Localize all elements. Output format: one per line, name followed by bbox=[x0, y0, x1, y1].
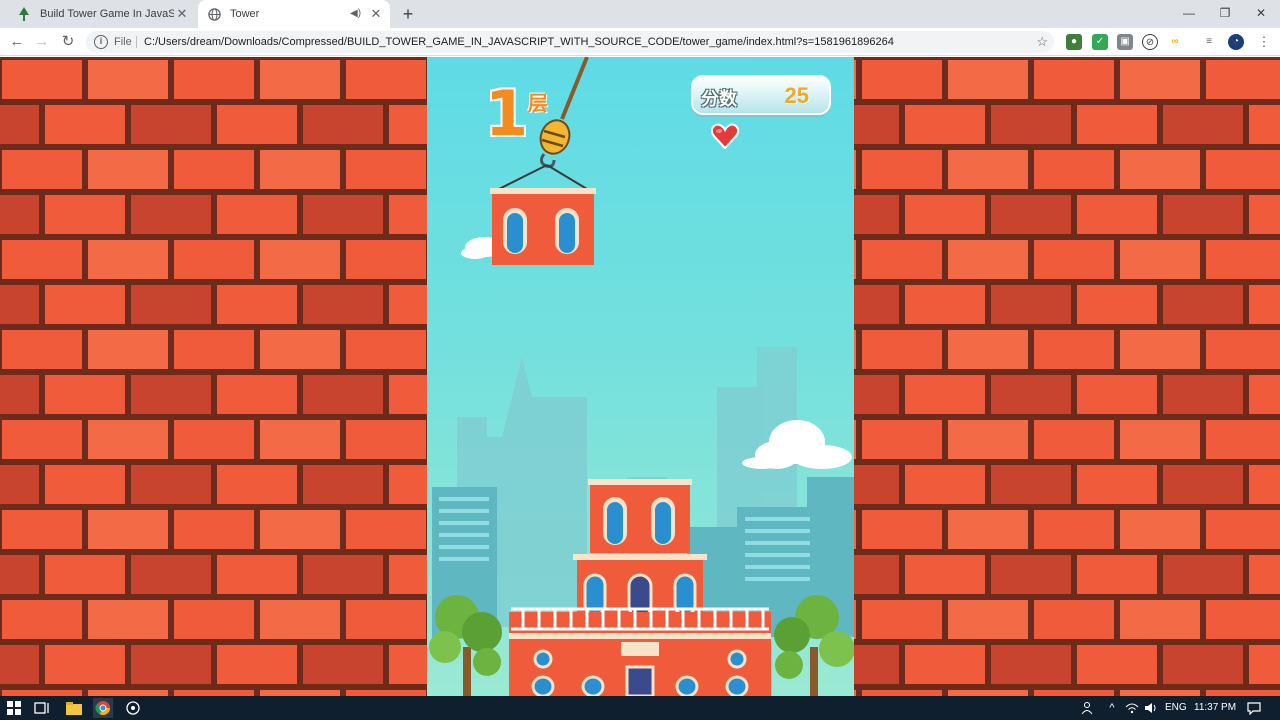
close-window-button[interactable]: ✕ bbox=[1244, 0, 1278, 28]
reading-list-icon[interactable]: ≡ bbox=[1201, 34, 1217, 50]
floor-unit-label: 层 bbox=[528, 93, 548, 115]
globe-icon bbox=[206, 6, 222, 22]
game-canvas[interactable]: 1 层 分数 25 bbox=[427, 57, 854, 696]
address-bar[interactable]: i File C:/Users/dream/Downloads/Compress… bbox=[86, 31, 1054, 53]
close-tab-icon[interactable]: ✕ bbox=[174, 6, 190, 22]
language-indicator[interactable]: ENG bbox=[1165, 702, 1187, 713]
speaker-icon[interactable] bbox=[1141, 698, 1161, 718]
floor-counter: 1 bbox=[485, 77, 529, 150]
new-tab-button[interactable]: + bbox=[398, 4, 418, 24]
block-icon[interactable]: ⊘ bbox=[1142, 34, 1158, 50]
score-label: 分数 bbox=[701, 89, 737, 109]
windows-start-icon[interactable] bbox=[4, 698, 24, 718]
divider bbox=[136, 36, 137, 48]
scheme-label: File bbox=[114, 36, 132, 48]
people-icon[interactable] bbox=[1078, 698, 1098, 718]
info-icon[interactable]: i bbox=[94, 35, 108, 49]
tab-title: Build Tower Game In JavaScript W bbox=[40, 8, 174, 20]
file-explorer-icon[interactable] bbox=[64, 698, 84, 718]
hanging-floor-block bbox=[490, 188, 596, 265]
tab-tower[interactable]: Tower ◀) ✕ bbox=[198, 0, 390, 28]
link-icon[interactable]: ∞ bbox=[1167, 34, 1183, 50]
close-tab-icon[interactable]: ✕ bbox=[368, 6, 384, 22]
wifi-icon[interactable] bbox=[1122, 698, 1142, 718]
tree-favicon-icon bbox=[16, 6, 32, 22]
url-text[interactable]: C:/Users/dream/Downloads/Compressed/BUIL… bbox=[144, 31, 894, 53]
shield-icon[interactable]: ✓ bbox=[1092, 34, 1108, 50]
score-value: 25 bbox=[784, 83, 809, 108]
chevron-up-icon[interactable]: ^ bbox=[1102, 698, 1122, 718]
tab-build-tower-game[interactable]: Build Tower Game In JavaScript W ✕ bbox=[8, 0, 196, 28]
reload-icon[interactable]: ↻ bbox=[58, 32, 78, 52]
page-content: 1 层 分数 25 bbox=[0, 57, 1280, 696]
menu-icon[interactable]: ⋮ bbox=[1256, 34, 1272, 50]
extension-icon[interactable]: ● bbox=[1066, 34, 1082, 50]
crane-rope bbox=[560, 57, 589, 120]
maximize-button[interactable]: ❐ bbox=[1208, 0, 1242, 28]
tab-strip: Build Tower Game In JavaScript W ✕ Tower… bbox=[0, 0, 1280, 28]
stacked-floor-block bbox=[588, 479, 692, 553]
extension-icon[interactable]: ▣ bbox=[1117, 34, 1133, 50]
app-icon[interactable] bbox=[123, 698, 143, 718]
browser-toolbar: ← → ↻ i File C:/Users/dream/Downloads/Co… bbox=[0, 28, 1280, 56]
clock[interactable]: 11:37 PM bbox=[1194, 702, 1236, 713]
heart-icon bbox=[711, 123, 739, 149]
minimize-button[interactable]: — bbox=[1172, 0, 1206, 28]
chrome-icon[interactable] bbox=[93, 698, 113, 718]
score-panel: 分数 25 bbox=[691, 75, 831, 115]
task-view-icon[interactable] bbox=[32, 698, 52, 718]
notifications-icon[interactable] bbox=[1244, 698, 1264, 718]
bookmark-star-icon[interactable]: ☆ bbox=[1036, 31, 1048, 53]
speaker-icon[interactable]: ◀) bbox=[350, 7, 364, 21]
forward-arrow-icon[interactable]: → bbox=[32, 32, 52, 52]
back-arrow-icon[interactable]: ← bbox=[7, 32, 27, 52]
avatar[interactable]: ◔ bbox=[1228, 34, 1244, 50]
tab-title: Tower bbox=[230, 8, 260, 20]
windows-taskbar: ^ ENG 11:37 PM bbox=[0, 696, 1280, 720]
